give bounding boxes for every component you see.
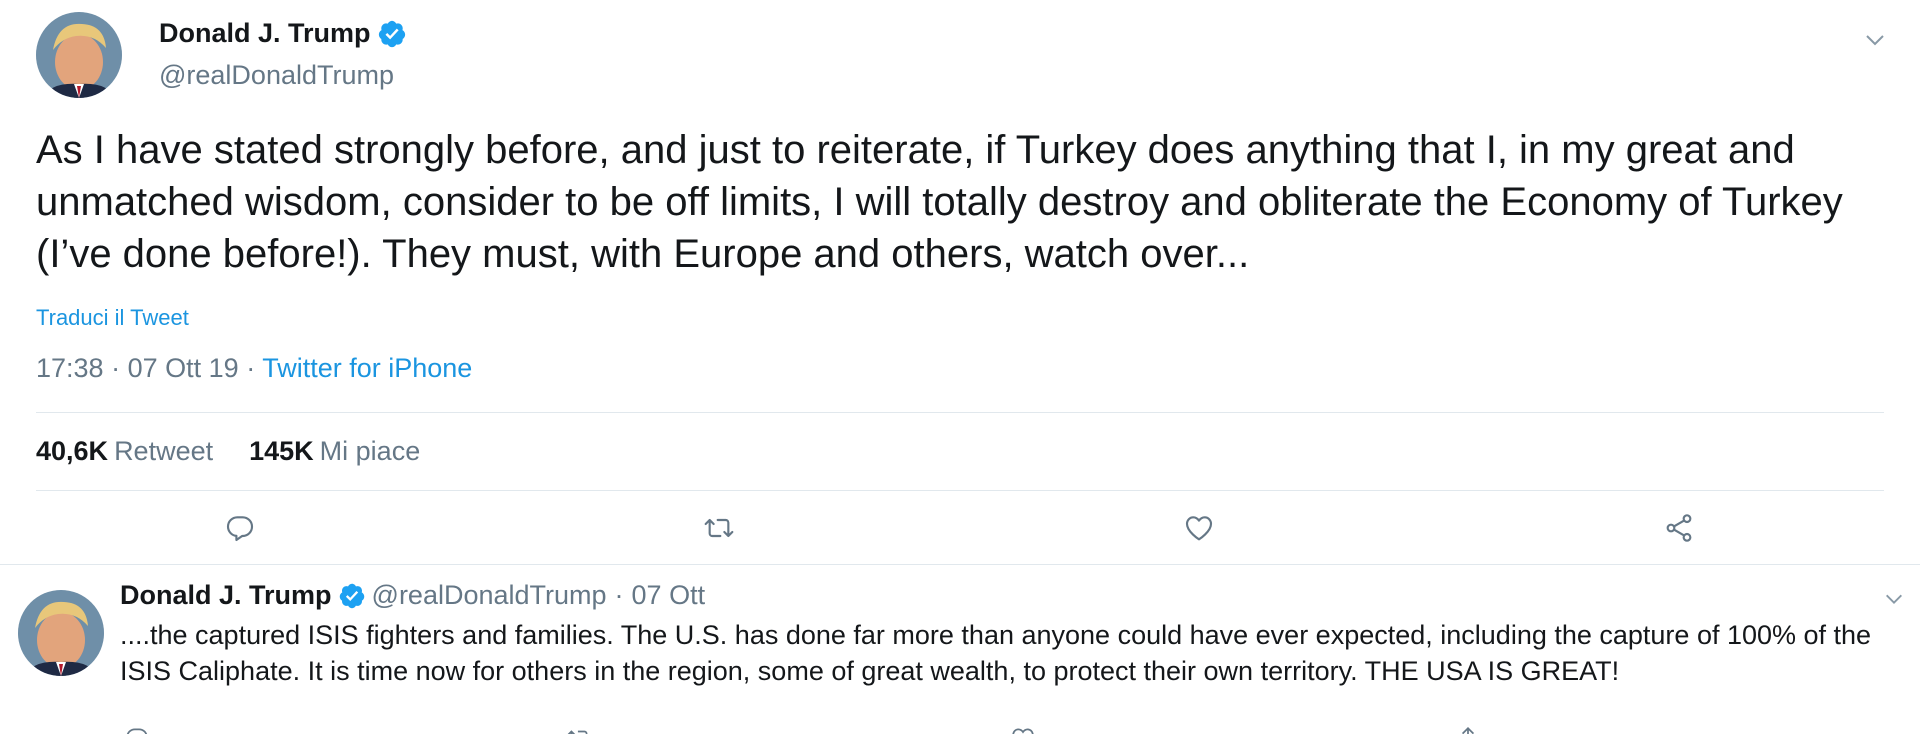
verified-badge-icon [338,582,366,610]
engagement-stats: 40,6K Retweet 145K Mi piace [36,436,456,467]
tweet-text: As I have stated strongly before, and ju… [36,128,1843,276]
reply-icon[interactable] [224,512,256,544]
retweets-label: Retweet [114,436,214,466]
likes-label: Mi piace [319,436,421,466]
tweet-source-link[interactable]: Twitter for iPhone [262,353,472,383]
verified-badge-icon [377,19,407,49]
tweet-metadata: 17:38 · 07 Ott 19 · Twitter for iPhone [36,353,472,384]
tweet-header: Donald J. Trump @realDonaldTrump · 07 Ot… [120,580,705,611]
tweet-text: ....the captured ISIS fighters and famil… [120,620,1872,686]
thread-tweet[interactable]: Donald J. Trump @realDonaldTrump · 07 Ot… [0,565,1920,734]
reply-icon[interactable] [124,725,160,734]
retweets-stat[interactable]: 40,6K Retweet [36,436,213,467]
author-name[interactable]: Donald J. Trump [159,18,371,49]
chevron-down-icon[interactable] [1883,588,1905,610]
retweets-count: 40,6K [36,436,109,466]
tweet-actions [0,725,1920,734]
meta-separator: · [111,353,121,383]
retweet-icon[interactable] [566,725,602,734]
author-name[interactable]: Donald J. Trump [120,580,332,611]
retweet-icon[interactable] [703,512,735,544]
tweet-actions [0,512,1920,544]
likes-count: 145K [249,436,314,466]
share-icon[interactable] [1663,512,1695,544]
divider [36,412,1884,413]
likes-stat[interactable]: 145K Mi piace [249,436,420,467]
divider [36,490,1884,491]
avatar[interactable] [36,12,122,98]
author-handle[interactable]: @realDonaldTrump [159,60,394,91]
meta-separator: · [614,580,624,610]
chevron-down-icon[interactable] [1863,28,1887,52]
author-name-row: Donald J. Trump [159,18,407,49]
meta-separator: · [246,353,256,383]
tweet-time: 17:38 [36,353,104,383]
translate-tweet-link[interactable]: Traduci il Tweet [36,305,189,331]
like-icon[interactable] [1010,725,1046,734]
main-tweet: Donald J. Trump @realDonaldTrump As I ha… [0,0,1920,564]
tweet-date[interactable]: 07 Ott [632,580,706,611]
share-icon[interactable] [1455,725,1491,734]
like-icon[interactable] [1183,512,1215,544]
author-handle[interactable]: @realDonaldTrump [372,580,607,611]
tweet-date[interactable]: 07 Ott 19 [128,353,239,383]
